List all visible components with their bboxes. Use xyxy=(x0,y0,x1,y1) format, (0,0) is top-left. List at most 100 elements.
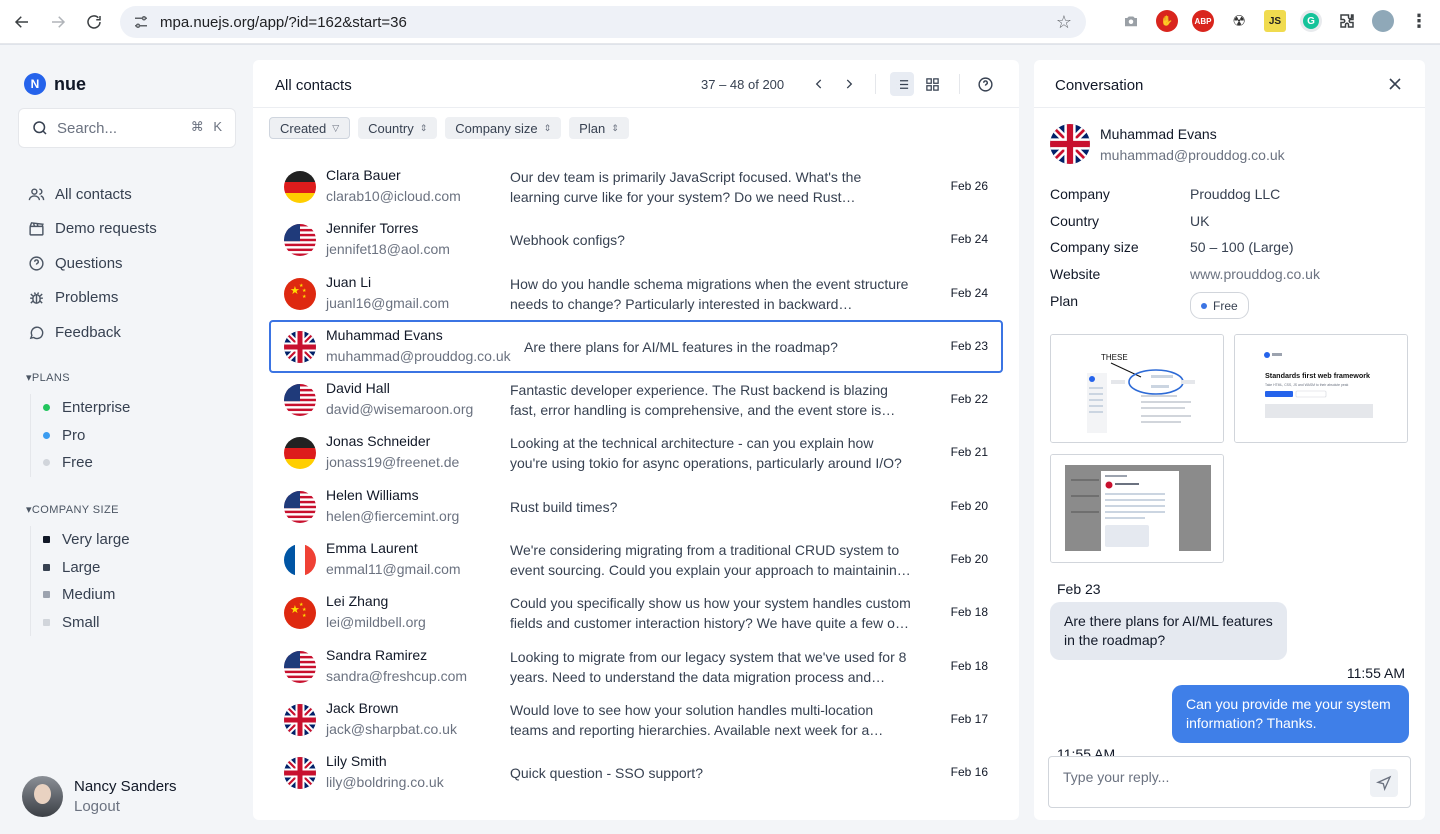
list-item[interactable]: Clara Bauer clarab10@icloud.com Our dev te… xyxy=(269,160,1003,213)
list-item[interactable]: Emma Laurent emmal11@gmail.com We're consi… xyxy=(269,533,1003,586)
list-icon xyxy=(896,79,908,89)
avatar[interactable] xyxy=(22,776,63,817)
grid-view-button[interactable] xyxy=(920,72,944,96)
contact-date: Feb 20 xyxy=(950,552,988,567)
plan-filter-enterprise[interactable]: Enterprise xyxy=(43,394,130,422)
radiation-extension-icon[interactable]: ☢ xyxy=(1228,10,1250,32)
attachment-thumbnail-1[interactable]: THESE xyxy=(1050,334,1224,443)
contact-message: Looking to migrate from our legacy syste… xyxy=(510,648,907,685)
list-item[interactable]: David Hall david@wisemaroon.org Fantastic … xyxy=(269,373,1003,426)
list-item[interactable]: ★ ★ ★ ★ Juan Li juanl16@gmail.com How do you h… xyxy=(269,267,1003,320)
sidebar-item-problems[interactable]: Problems xyxy=(28,281,157,316)
contact-date: Feb 17 xyxy=(950,711,988,726)
plans-section-toggle[interactable]: ▾PLANS xyxy=(26,371,70,384)
site-settings-icon[interactable] xyxy=(132,13,150,31)
list-item[interactable]: ★ ★ ★ ★ Lei Zhang lei@mildbell.org Could you s… xyxy=(269,586,1003,639)
country-flag-icon xyxy=(284,544,316,577)
contact-date: Feb 24 xyxy=(950,232,988,247)
contact-name: Clara Bauer xyxy=(326,167,401,183)
attachment-thumbnail-2[interactable]: Standards first web framework Take HTML,… xyxy=(1234,334,1408,443)
contact-message: Quick question - SSO support? xyxy=(510,765,703,782)
filter-company-size[interactable]: Company size ⇕ xyxy=(445,117,562,139)
contact-name: Jack Brown xyxy=(326,699,399,716)
list-item[interactable]: Helen Williams helen@fiercemint.org Rust b… xyxy=(269,480,1003,533)
next-page-button[interactable] xyxy=(837,72,861,96)
company-size-section-toggle[interactable]: ▾COMPANY SIZE xyxy=(26,503,119,516)
list-item[interactable]: Jonas Schneider jonass19@freenet.de Lookin… xyxy=(269,426,1003,479)
camera-icon[interactable] xyxy=(1120,10,1142,32)
size-filter-very-large[interactable]: Very large xyxy=(43,526,130,554)
contact-name: Emma Laurent xyxy=(326,540,418,557)
adblock-plus-icon[interactable]: ABP xyxy=(1192,10,1214,32)
sidebar: N nue Search... ⌘ K All contacts Demo re… xyxy=(0,45,252,834)
contact-email: david@wisemaroon.org xyxy=(326,401,474,418)
sidebar-item-feedback[interactable]: Feedback xyxy=(28,315,157,350)
conversation-title: Conversation xyxy=(1055,77,1144,94)
size-filter-small[interactable]: Small xyxy=(43,609,130,637)
contact-email: jack@sharpbat.co.uk xyxy=(326,720,457,737)
prev-page-button[interactable] xyxy=(807,72,831,96)
forward-icon[interactable] xyxy=(44,8,72,36)
sidebar-item-all-contacts[interactable]: All contacts xyxy=(28,177,157,212)
prop-value: UK xyxy=(1190,212,1210,229)
help-button[interactable] xyxy=(973,72,997,96)
plan-color-dot xyxy=(43,459,50,467)
stop-hand-extension-icon[interactable]: ✋ xyxy=(1156,10,1178,32)
contact-date: Feb 16 xyxy=(950,765,988,780)
list-view-button[interactable] xyxy=(890,72,914,96)
list-item-selected[interactable]: Muhammad Evans muhammad@prouddog.co.uk Are… xyxy=(269,319,1003,374)
list-item[interactable]: Jack Brown jack@sharpbat.co.uk Would love … xyxy=(269,693,1003,746)
url-text: mpa.nuejs.org/app/?id=162&start=36 xyxy=(160,13,407,31)
list-item[interactable]: Sandra Ramirez sandra@freshcup.com Looking… xyxy=(269,640,1003,693)
plan-filter-free[interactable]: Free xyxy=(43,449,130,477)
prop-value: 50 – 100 (Large) xyxy=(1190,239,1294,256)
reply-input[interactable]: Type your reply... xyxy=(1048,756,1411,808)
website-link[interactable]: www.prouddog.co.uk xyxy=(1190,266,1320,293)
back-icon[interactable] xyxy=(8,8,36,36)
search-icon xyxy=(33,121,47,135)
company-size-section-title: COMPANY SIZE xyxy=(31,504,119,516)
js-extension-icon[interactable]: JS xyxy=(1264,10,1286,32)
bookmark-star-icon[interactable]: ☆ xyxy=(1056,12,1072,33)
size-filter-large[interactable]: Large xyxy=(43,554,130,582)
sidebar-item-label: Demo requests xyxy=(55,220,157,238)
list-item[interactable]: Jennifer Torres jennifet18@aol.com Webhook… xyxy=(269,213,1003,266)
sidebar-item-questions[interactable]: Questions xyxy=(28,246,157,281)
prop-key: Company size xyxy=(1050,239,1139,256)
question-circle-icon xyxy=(29,256,44,271)
sidebar-item-demo-requests[interactable]: Demo requests xyxy=(28,212,157,247)
list-item[interactable]: Lily Smith lily@boldring.co.uk Quick quest… xyxy=(269,746,1003,799)
search-input[interactable]: Search... ⌘ K xyxy=(18,108,236,148)
plan-badge-label: Free xyxy=(1213,298,1238,313)
filter-created[interactable]: Created ▽ xyxy=(269,117,351,139)
attachment-thumbnail-3[interactable] xyxy=(1050,454,1224,563)
extensions-puzzle-icon[interactable] xyxy=(1336,10,1358,32)
company-size-filter-list: Very large Large Medium Small xyxy=(30,526,130,636)
browser-menu-icon[interactable]: ⋮ xyxy=(1408,10,1430,32)
app-window: N nue Search... ⌘ K All contacts Demo re… xyxy=(0,45,1440,834)
address-bar[interactable]: mpa.nuejs.org/app/?id=162&start=36 ☆ xyxy=(120,6,1086,38)
filter-country[interactable]: Country ⇕ xyxy=(358,117,438,139)
close-icon[interactable] xyxy=(1385,74,1405,94)
plan-filter-pro[interactable]: Pro xyxy=(43,422,130,450)
contact-email[interactable]: muhammad@prouddog.co.uk xyxy=(1100,147,1285,163)
outgoing-message: Can you provide me your system informati… xyxy=(1172,685,1409,743)
send-button[interactable] xyxy=(1370,769,1398,797)
filter-plan[interactable]: Plan ⇕ xyxy=(569,117,629,139)
pagination-range: 37 – 48 of 200 xyxy=(701,77,785,92)
profile-avatar-icon[interactable] xyxy=(1372,10,1394,32)
brand[interactable]: N nue xyxy=(24,73,86,95)
contact-name: Sandra Ramirez xyxy=(326,646,428,663)
chip-label: Country xyxy=(368,120,414,136)
sidebar-item-label: Questions xyxy=(55,254,123,272)
grammarly-icon[interactable]: G xyxy=(1300,10,1322,32)
contact-message: We're considering migrating from a tradi… xyxy=(510,542,905,579)
screenshot-preview-image: THESE xyxy=(1051,335,1223,442)
message-date: Feb 23 xyxy=(1057,581,1101,597)
logout-link[interactable]: Logout xyxy=(74,798,177,815)
contact-message: Looking at the technical architecture - … xyxy=(510,435,902,472)
prop-company-size: Company size 50 – 100 (Large) xyxy=(1050,239,1410,266)
reload-icon[interactable] xyxy=(80,8,108,36)
size-filter-medium[interactable]: Medium xyxy=(43,581,130,609)
conversation-panel: Conversation Muhammad Evans muhammad@pro… xyxy=(1034,60,1425,820)
